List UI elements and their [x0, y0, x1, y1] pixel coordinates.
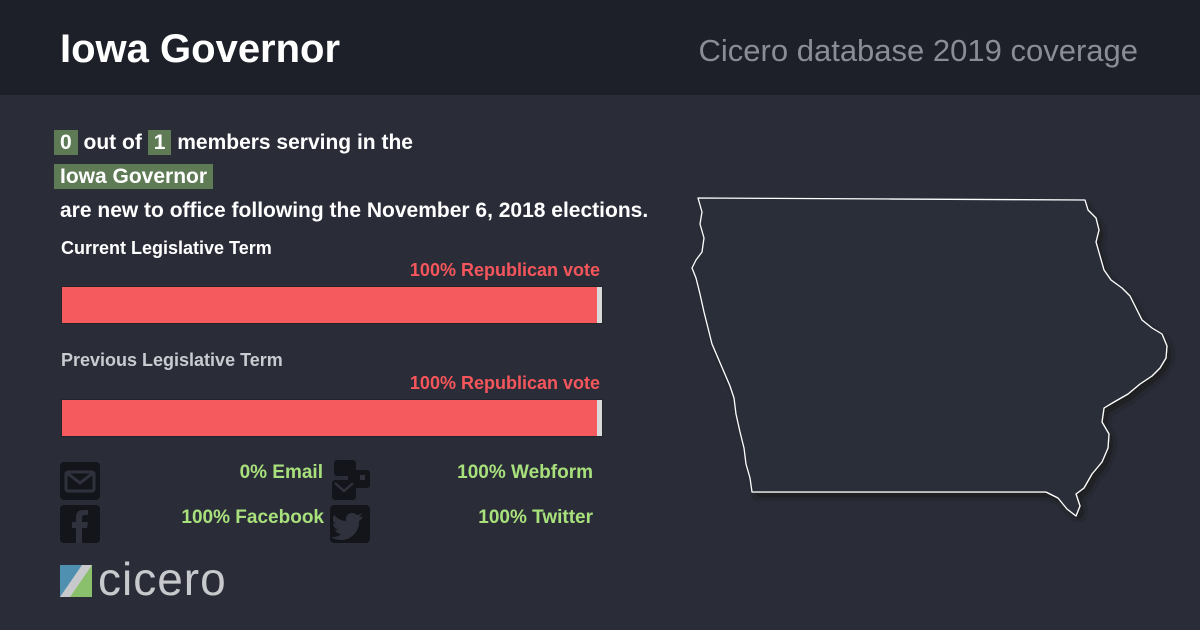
- facebook-icon: [60, 505, 100, 543]
- headline-tail: are new to office following the November…: [60, 199, 649, 222]
- iowa-outline: [691, 197, 1168, 517]
- page-title: Iowa Governor: [60, 27, 341, 71]
- cicero-logo-mark: [60, 565, 92, 597]
- webform-label: 100% Webform: [457, 462, 593, 483]
- facebook-label: 100% Facebook: [181, 507, 324, 528]
- twitter-label: 100% Twitter: [478, 507, 593, 528]
- header-bar: Iowa Governor Cicero database 2019 cover…: [0, 0, 1200, 95]
- previous-term-vote-text: 100% Republican vote: [409, 373, 600, 393]
- previous-term-bar: [61, 399, 603, 437]
- headline: 0 out of 1 members serving in the Iowa G…: [54, 126, 648, 228]
- out-of-text: out of: [83, 131, 142, 154]
- envelope-icon: [60, 462, 100, 500]
- email-label: 0% Email: [239, 462, 323, 483]
- current-term-vote-text: 100% Republican vote: [409, 260, 600, 280]
- webform-icon: [332, 460, 372, 500]
- iowa-state-map: [691, 197, 1168, 517]
- previous-term-label: Previous Legislative Term: [61, 350, 283, 370]
- total-members-count: 1: [147, 130, 172, 155]
- chamber-name: Iowa Governor: [54, 164, 214, 189]
- previous-term-bar-fill: [62, 400, 597, 436]
- current-term-label: Current Legislative Term: [61, 238, 272, 258]
- new-members-count: 0: [54, 130, 78, 155]
- cicero-logo: cicero: [60, 554, 280, 604]
- current-term-bar-fill: [62, 287, 597, 323]
- current-term-bar: [61, 286, 603, 324]
- members-text: members serving in the: [177, 131, 413, 154]
- coverage-subtitle: Cicero database 2019 coverage: [698, 33, 1138, 68]
- cicero-logo-text: cicero: [98, 553, 227, 605]
- twitter-icon: [330, 505, 370, 543]
